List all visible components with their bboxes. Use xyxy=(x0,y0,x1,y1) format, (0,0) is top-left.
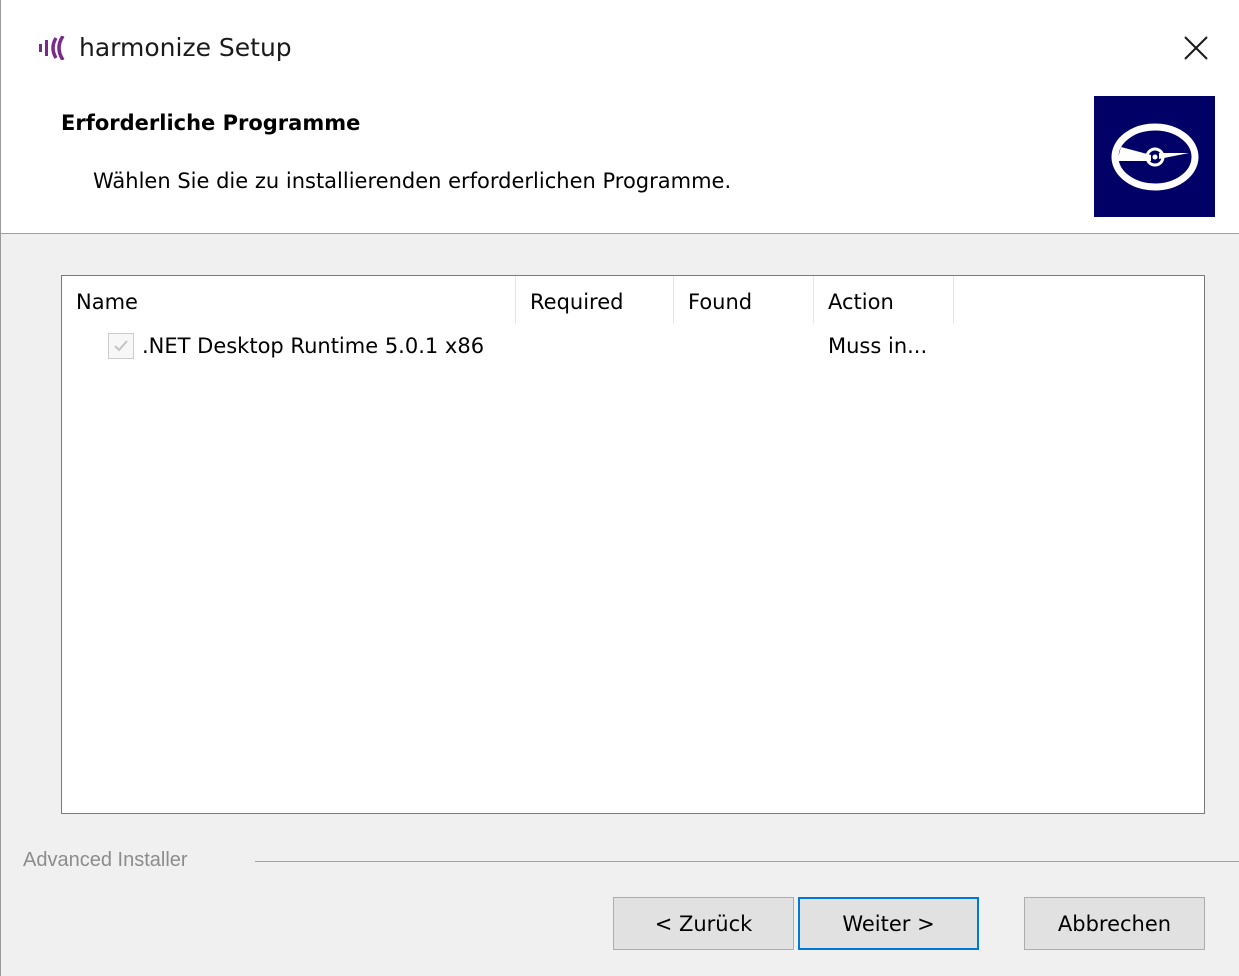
brand-label: Advanced Installer xyxy=(23,849,188,871)
setup-window: harmonize Setup Erforderliche Programme … xyxy=(0,0,1239,976)
footer-divider xyxy=(255,861,1239,862)
item-name: .NET Desktop Runtime 5.0.1 x86 xyxy=(142,334,485,358)
title-bar: harmonize Setup xyxy=(1,0,1239,96)
header-banner-image xyxy=(1094,96,1215,217)
column-header-required[interactable]: Required xyxy=(516,276,674,324)
prerequisite-checkbox[interactable] xyxy=(108,333,134,359)
cancel-button[interactable]: Abbrechen xyxy=(1024,897,1205,950)
next-button[interactable]: Weiter > xyxy=(798,897,979,950)
page-header: Erforderliche Programme Wählen Sie die z… xyxy=(1,96,1239,234)
back-button[interactable]: < Zurück xyxy=(613,897,794,950)
item-action: Muss in... xyxy=(828,334,928,358)
column-header-action[interactable]: Action xyxy=(814,276,954,324)
window-title: harmonize Setup xyxy=(79,33,292,62)
page-title: Erforderliche Programme xyxy=(61,111,361,135)
column-header-name[interactable]: Name xyxy=(62,276,516,324)
page-subtitle: Wählen Sie die zu installierenden erford… xyxy=(93,169,732,193)
column-header-found[interactable]: Found xyxy=(674,276,814,324)
close-icon xyxy=(1184,36,1208,60)
list-item[interactable]: .NET Desktop Runtime 5.0.1 x86 Muss in..… xyxy=(62,328,1204,368)
prerequisites-list[interactable]: Name Required Found Action .NET Desktop … xyxy=(61,275,1205,814)
checkmark-icon xyxy=(114,340,128,352)
cd-disc-icon xyxy=(1111,123,1198,190)
harmonize-logo-icon xyxy=(39,36,65,60)
close-button[interactable] xyxy=(1176,28,1216,68)
